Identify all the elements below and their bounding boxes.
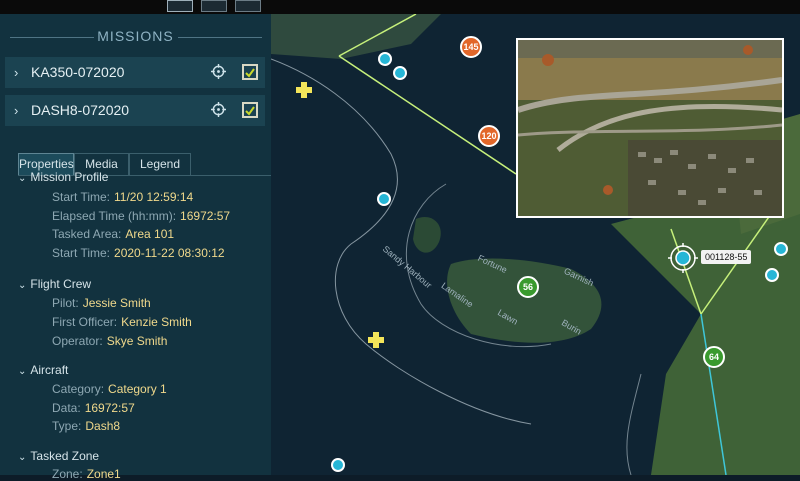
locate-target-icon[interactable]: [211, 64, 226, 79]
track-marker-145[interactable]: 145: [460, 36, 482, 58]
boat-marker-icon[interactable]: [378, 52, 392, 66]
mission-row-ka350[interactable]: › KA350-072020: [5, 57, 265, 88]
section-mission-profile[interactable]: ⌄ Mission Profile: [18, 170, 108, 184]
map-view[interactable]: 145 120 56 64 001128-55 Sandy Harbour Fo…: [271, 14, 800, 475]
detail-row: Elapsed Time (hh:mm): 16972:57: [52, 209, 231, 223]
detail-row: Zone: Zone1: [52, 467, 121, 481]
video-feed-window[interactable]: [516, 38, 784, 218]
detail-row: Type: Dash8: [52, 419, 121, 433]
section-tasked-zone[interactable]: ⌄ Tasked Zone: [18, 449, 99, 463]
layers-button[interactable]: [201, 0, 227, 12]
boat-marker-icon[interactable]: [393, 66, 407, 80]
track-marker-64[interactable]: 64: [703, 346, 725, 368]
missions-panel: MISSIONS › KA350-072020 › DASH8-072020 P…: [0, 14, 271, 481]
detail-row: Category: Category 1: [52, 382, 167, 396]
detail-row: Operator: Skye Smith: [52, 334, 168, 348]
panel-title: MISSIONS: [0, 28, 271, 44]
chevron-right-icon: ›: [14, 103, 19, 118]
section-flight-crew[interactable]: ⌄ Flight Crew: [18, 277, 91, 291]
top-toolbar: [0, 0, 800, 14]
mission-row-dash8[interactable]: › DASH8-072020: [5, 95, 265, 126]
mission-name: KA350-072020: [31, 64, 125, 80]
mission-visibility-checkbox[interactable]: [242, 102, 258, 118]
boat-marker-icon[interactable]: [765, 268, 779, 282]
list-view-button[interactable]: [235, 0, 261, 12]
tab-legend[interactable]: Legend: [129, 153, 191, 175]
waypoint-cross-icon[interactable]: [368, 332, 384, 348]
detail-row: Start Time: 11/20 12:59:14: [52, 190, 194, 204]
locate-target-icon[interactable]: [211, 102, 226, 117]
boat-marker-icon[interactable]: [377, 192, 391, 206]
mission-visibility-checkbox[interactable]: [242, 64, 258, 80]
detail-row: Tasked Area: Area 101: [52, 227, 175, 241]
detail-row: Start Time: 2020-11-22 08:30:12: [52, 246, 225, 260]
track-marker-120[interactable]: 120: [478, 125, 500, 147]
chevron-right-icon: ›: [14, 65, 19, 80]
chevron-down-icon: ⌄: [18, 280, 27, 291]
globe-view-button[interactable]: [167, 0, 193, 12]
boat-marker-icon[interactable]: [774, 242, 788, 256]
waypoint-cross-icon[interactable]: [296, 82, 312, 98]
boat-marker-icon[interactable]: [331, 458, 345, 472]
aerial-video-image: [518, 40, 782, 216]
detail-row: First Officer: Kenzie Smith: [52, 315, 192, 329]
aircraft-marker-icon[interactable]: [668, 243, 698, 273]
section-aircraft[interactable]: ⌄ Aircraft: [18, 363, 68, 377]
detail-row: Data: 16972:57: [52, 401, 135, 415]
chevron-down-icon: ⌄: [18, 452, 27, 463]
chevron-down-icon: ⌄: [18, 366, 27, 377]
detail-row: Pilot: Jessie Smith: [52, 296, 151, 310]
track-marker-56[interactable]: 56: [517, 276, 539, 298]
chevron-down-icon: ⌄: [18, 173, 27, 184]
mission-name: DASH8-072020: [31, 102, 130, 118]
aircraft-id-tag[interactable]: 001128-55: [701, 250, 752, 264]
